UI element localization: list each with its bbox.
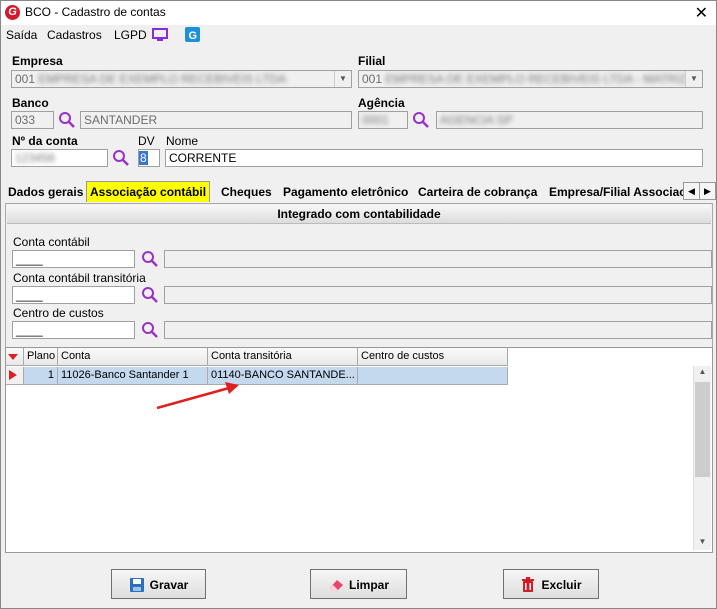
filial-code: 001	[362, 72, 383, 86]
tab-cheques[interactable]: Cheques	[218, 183, 275, 201]
banco-code-field[interactable]: 033	[11, 111, 54, 129]
search-icon[interactable]	[141, 321, 159, 339]
conta-label: Nº da conta	[12, 134, 78, 148]
conta-transitoria-label: Conta contábil transitória	[13, 271, 146, 285]
col-conta[interactable]: Conta	[58, 348, 208, 366]
empresa-label: Empresa	[12, 54, 63, 68]
tab-scroll-right-icon[interactable]: ▶	[699, 182, 716, 200]
search-icon[interactable]	[58, 111, 76, 129]
chevron-down-icon[interactable]: ▼	[334, 71, 351, 87]
empresa-name: EMPRESA DE EXEMPLO RECEBIVEIS LTDA	[38, 72, 287, 86]
app-logo-icon: G	[5, 5, 20, 20]
g-app-icon[interactable]: G	[185, 27, 200, 42]
tab-bar: Dados gerais Associação contábil Cheques…	[1, 181, 716, 203]
conta-contabil-field[interactable]: ____	[12, 250, 135, 268]
gravar-button[interactable]: Gravar	[111, 569, 206, 599]
table-cell-plano[interactable]: 1	[24, 367, 58, 385]
menu-cadastros[interactable]: Cadastros	[47, 28, 102, 42]
agencia-label: Agência	[358, 96, 405, 110]
window-title: BCO - Cadastro de contas	[25, 5, 166, 19]
menu-lgpd[interactable]: LGPD	[114, 28, 147, 42]
scroll-up-icon[interactable]: ▲	[695, 367, 710, 379]
search-icon[interactable]	[412, 111, 430, 129]
excluir-button[interactable]: Excluir	[503, 569, 599, 599]
agencia-name-field: AGENCIA SP	[436, 111, 703, 129]
conta-contabil-label: Conta contábil	[13, 235, 90, 249]
empresa-code: 001	[15, 72, 36, 86]
nome-field[interactable]: CORRENTE	[165, 149, 703, 167]
centro-custos-desc	[164, 321, 712, 339]
scroll-down-icon[interactable]: ▼	[695, 537, 710, 549]
conta-transitoria-desc	[164, 286, 712, 304]
tab-empresa-filial[interactable]: Empresa/Filial Associac	[546, 183, 687, 201]
banco-label: Banco	[12, 96, 49, 110]
conta-transitoria-field[interactable]: ____	[12, 286, 135, 304]
search-icon[interactable]	[112, 149, 130, 167]
grid-scrollbar[interactable]: ▲ ▼	[693, 366, 711, 550]
dv-label: DV	[138, 134, 155, 148]
table-cell-centro-custos[interactable]	[358, 367, 508, 385]
accounts-grid[interactable]: Plano Conta Conta transitória Centro de …	[5, 347, 713, 553]
banco-name-field: SANTANDER	[80, 111, 352, 129]
trash-icon	[522, 576, 535, 592]
empresa-combo[interactable]: 001 EMPRESA DE EXEMPLO RECEBIVEIS LTDA ▼	[11, 70, 352, 88]
title-bar: G BCO - Cadastro de contas ✕	[1, 1, 716, 25]
row-indicator[interactable]	[6, 367, 24, 385]
col-conta-transitoria[interactable]: Conta transitória	[208, 348, 358, 366]
svg-text:G: G	[189, 30, 198, 42]
tab-pagamento-eletronico[interactable]: Pagamento eletrônico	[280, 183, 411, 201]
panel-header: Integrado com contabilidade	[7, 205, 711, 224]
agencia-code-field[interactable]: 0001	[358, 111, 408, 129]
nome-label: Nome	[166, 134, 199, 148]
row-pointer-icon	[9, 370, 17, 380]
main-window: G BCO - Cadastro de contas ✕ Saída Cadas…	[0, 0, 717, 609]
close-icon[interactable]: ✕	[695, 3, 708, 23]
limpar-button[interactable]: Limpar	[310, 569, 407, 599]
tab-dados-gerais[interactable]: Dados gerais	[5, 183, 86, 201]
grid-corner	[6, 348, 24, 366]
filial-label: Filial	[358, 54, 386, 68]
menu-saida[interactable]: Saída	[6, 28, 37, 42]
tab-carteira-cobranca[interactable]: Carteira de cobrança	[415, 183, 540, 201]
centro-custos-field[interactable]: ____	[12, 321, 135, 339]
conta-contabil-desc	[164, 250, 712, 268]
monitor-icon[interactable]	[152, 28, 168, 42]
sort-down-icon	[8, 354, 18, 360]
menu-bar: Saída Cadastros LGPD G	[1, 25, 716, 45]
annotation-arrow-icon	[156, 382, 239, 410]
tab-scroll-left-icon[interactable]: ◀	[683, 182, 700, 200]
search-icon[interactable]	[141, 286, 159, 304]
chevron-down-icon[interactable]: ▼	[685, 71, 702, 87]
col-centro-custos[interactable]: Centro de custos	[358, 348, 508, 366]
filial-name: EMPRESA DE EXEMPLO RECEBIVEIS LTDA - MAT…	[385, 72, 687, 86]
conta-field[interactable]: 123456	[11, 149, 108, 167]
col-plano[interactable]: Plano	[24, 348, 58, 366]
search-icon[interactable]	[141, 250, 159, 268]
scroll-thumb[interactable]	[695, 382, 710, 477]
save-icon	[129, 577, 144, 592]
tab-associacao-contabil[interactable]: Associação contábil	[86, 181, 211, 202]
filial-combo[interactable]: 001 EMPRESA DE EXEMPLO RECEBIVEIS LTDA -…	[358, 70, 703, 88]
centro-custos-label: Centro de custos	[13, 306, 104, 320]
dv-field[interactable]: 8	[138, 149, 160, 167]
eraser-icon	[329, 579, 343, 592]
